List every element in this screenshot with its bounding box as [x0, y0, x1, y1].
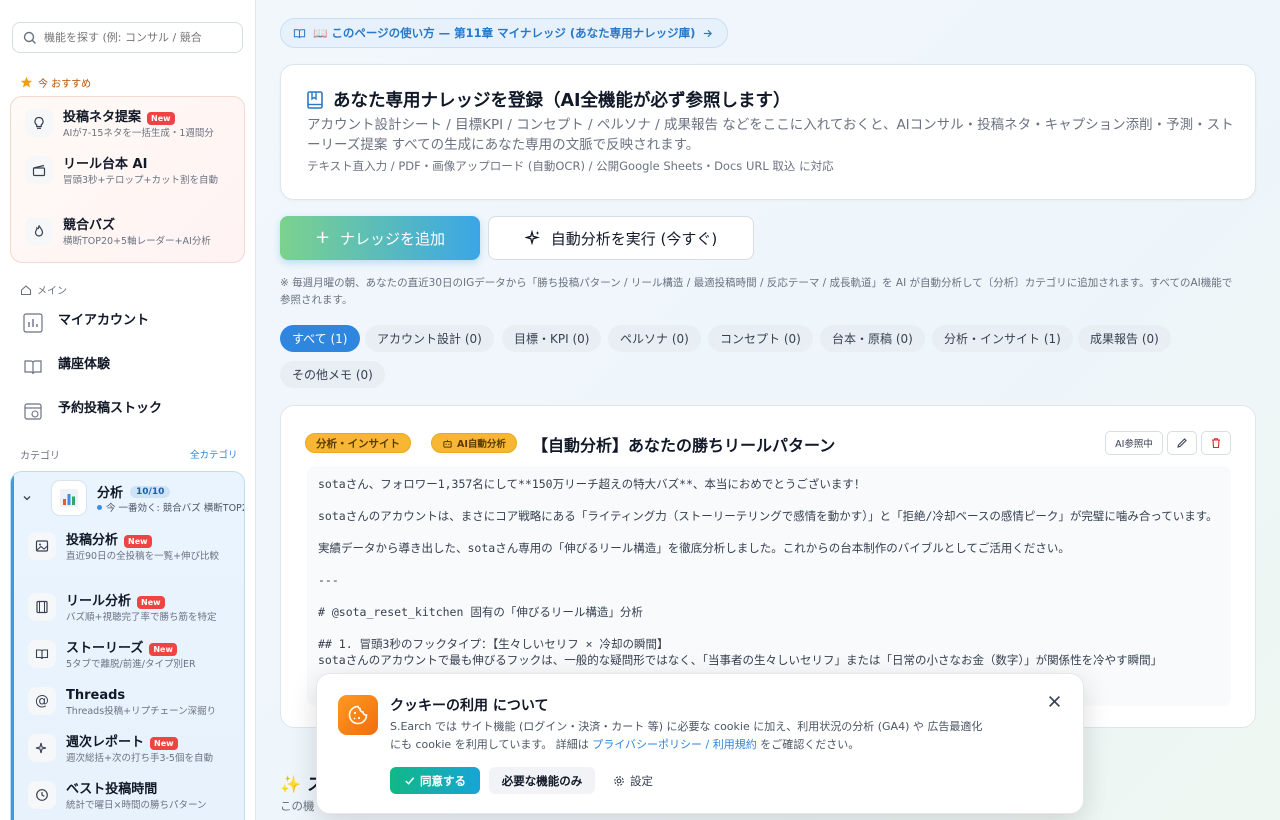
- filter-chip-all[interactable]: すべて (1): [280, 325, 360, 352]
- cat-item-stories[interactable]: ストーリーズ New 5タブで離脱/前進/タイプ別ER: [28, 640, 243, 672]
- filter-chip-results[interactable]: 成果報告 (0): [1078, 325, 1171, 352]
- rec-item-competitor-buzz[interactable]: 競合バズ 横断TOP20+5軸レーダー+AI分析: [25, 217, 240, 249]
- nav-my-account[interactable]: マイアカウント: [20, 310, 149, 336]
- ai-auto-tag: AI自動分析: [431, 433, 517, 453]
- new-badge: New: [147, 111, 175, 125]
- privacy-policy-link[interactable]: プライバシーポリシー: [592, 738, 702, 751]
- cookie-settings-button[interactable]: 設定: [605, 767, 661, 794]
- home-icon: [20, 284, 32, 296]
- filter-chip-other[interactable]: その他メモ (0): [280, 361, 385, 388]
- chevron-down-icon[interactable]: [22, 493, 32, 503]
- filter-chip-concept[interactable]: コンセプト (0): [708, 325, 813, 352]
- category-count-badge: 10/10: [130, 485, 171, 498]
- rec-item-reel-script[interactable]: リール台本 AI 冒頭3秒+テロップ+カット割を自動: [25, 156, 240, 188]
- category-title: 分析: [97, 486, 124, 501]
- cat-item-post-analysis[interactable]: 投稿分析 New 直近90日の全投稿を一覧+伸び比較: [28, 532, 243, 564]
- filter-chip-account-design[interactable]: アカウント設計 (0): [365, 325, 494, 352]
- cat-item-reel-analysis[interactable]: リール分析 New バズ順+視聴完了率で勝ち筋を特定: [28, 593, 243, 625]
- gear-icon: [613, 775, 625, 787]
- all-categories-link[interactable]: 全カテゴリ: [190, 447, 238, 461]
- book-open-icon: [28, 640, 56, 668]
- filter-chip-persona[interactable]: ペルソナ (0): [608, 325, 701, 352]
- sparkles-icon: [524, 230, 541, 246]
- card-title: あなた専用ナレッジを登録（AI全機能が必ず参照します）: [333, 91, 791, 111]
- filter-chip-script[interactable]: 台本・原稿 (0): [820, 325, 925, 352]
- cookie-title: クッキーの利用 について: [390, 698, 549, 714]
- new-badge: New: [124, 534, 152, 548]
- flame-icon: [25, 217, 53, 245]
- category-analysis: 分析 10/10 今 一番効く: 競合バズ 横断TOP20 投稿分析 New 直近…: [10, 471, 245, 820]
- star-icon: [20, 76, 33, 89]
- new-badge: New: [149, 642, 177, 656]
- sidebar: 今 おすすめ 投稿ネタ提案New AIが7-15ネタを一括生成・1週間分 リール…: [0, 0, 256, 820]
- recommended-label: 今 おすすめ: [20, 75, 91, 90]
- cat-item-best-time[interactable]: ベスト投稿時間 統計で曜日×時間の勝ちパターン: [28, 781, 243, 813]
- pencil-icon: [1176, 437, 1188, 449]
- clapperboard-icon: [25, 156, 53, 184]
- card-description: アカウント設計シート / 目標KPI / コンセプト / ペルソナ / 成果報告…: [307, 117, 1234, 153]
- trash-icon: [1210, 437, 1222, 449]
- feature-search[interactable]: [12, 22, 243, 53]
- new-badge: New: [150, 736, 178, 750]
- next-section-sub: この機: [280, 799, 315, 813]
- filter-chip-insight[interactable]: 分析・インサイト (1): [932, 325, 1073, 352]
- sparkles-icon: [28, 734, 56, 762]
- knowledge-content: sotaさん、フォロワー1,357名にして**150万リーチ超えの特大バズ**、…: [307, 466, 1231, 706]
- image-icon: [28, 532, 56, 560]
- nav-scheduled-stock[interactable]: 予約投稿ストック: [20, 398, 162, 424]
- nav-course[interactable]: 講座体験: [20, 354, 110, 380]
- rec-item-post-ideas[interactable]: 投稿ネタ提案 New AIが7-15ネタを一括生成・1週間分: [25, 109, 240, 141]
- cat-item-weekly-report[interactable]: 週次レポート New 週次総括+次の打ち手3-5個を自動: [28, 734, 243, 766]
- check-icon: [404, 775, 415, 786]
- terms-link[interactable]: 利用規約: [713, 738, 757, 751]
- ai-reference-badge[interactable]: AI参照中: [1105, 431, 1163, 455]
- robot-icon: [442, 438, 453, 449]
- knowledge-intro-card: あなた専用ナレッジを登録（AI全機能が必ず参照します） アカウント設計シート /…: [280, 64, 1256, 200]
- close-icon[interactable]: [1048, 695, 1061, 708]
- main-label: メイン: [20, 282, 67, 297]
- cookie-banner: クッキーの利用 について S.Earch では サイト機能 (ログイン・決済・カ…: [316, 673, 1084, 814]
- run-auto-analysis-button[interactable]: 自動分析を実行 (今すぐ): [488, 216, 754, 260]
- card-supported-formats: テキスト直入力 / PDF・画像アップロード (自動OCR) / 公開Googl…: [307, 159, 834, 173]
- auto-analysis-note: ※ 毎週月曜の朝、あなたの直近30日のIGデータから「勝ち投稿パターン / リー…: [280, 277, 1233, 306]
- cookie-icon: [338, 695, 378, 735]
- category-sub: 今 一番効く: 競合バズ 横断TOP20: [106, 503, 245, 514]
- analysis-icon: [51, 480, 87, 516]
- bulb-icon: [25, 109, 53, 137]
- status-dot: [97, 504, 102, 510]
- at-sign-icon: @: [28, 687, 56, 715]
- cat-item-threads[interactable]: @ Threads Threads投稿+リプチェーン深掘り: [28, 687, 243, 719]
- recommended-box: 投稿ネタ提案 New AIが7-15ネタを一括生成・1週間分 リール台本 AI 冒…: [10, 96, 245, 263]
- filter-chip-kpi[interactable]: 目標・KPI (0): [502, 325, 602, 352]
- delete-button[interactable]: [1201, 431, 1231, 455]
- film-icon: [28, 593, 56, 621]
- essential-only-button[interactable]: 必要な機能のみ: [489, 767, 595, 794]
- cookie-description: S.Earch では サイト機能 (ログイン・決済・カート 等) に必要な co…: [390, 720, 983, 751]
- accept-cookies-button[interactable]: 同意する: [390, 767, 480, 794]
- calendar-clock-icon: [20, 398, 46, 424]
- book-icon: [293, 27, 306, 40]
- search-icon: [23, 31, 37, 45]
- arrow-right-icon: [702, 28, 713, 39]
- category-tag: 分析・インサイト: [305, 433, 411, 453]
- plus-icon: +: [314, 227, 331, 248]
- search-input[interactable]: [44, 31, 224, 44]
- book-icon: [20, 354, 46, 380]
- clock-icon: [28, 781, 56, 809]
- add-knowledge-button[interactable]: + ナレッジを追加: [280, 216, 480, 260]
- knowledge-item-title: 【自動分析】あなたの勝ちリールパターン: [532, 436, 836, 455]
- bar-chart-icon: [20, 310, 46, 336]
- howto-link[interactable]: 📖 このページの使い方 — 第11章 マイナレッジ (あなた専用ナレッジ庫): [280, 18, 729, 48]
- category-label: カテゴリ: [20, 451, 60, 462]
- bookmark-book-icon: [305, 90, 325, 110]
- edit-button[interactable]: [1167, 431, 1197, 455]
- new-badge: New: [137, 595, 165, 609]
